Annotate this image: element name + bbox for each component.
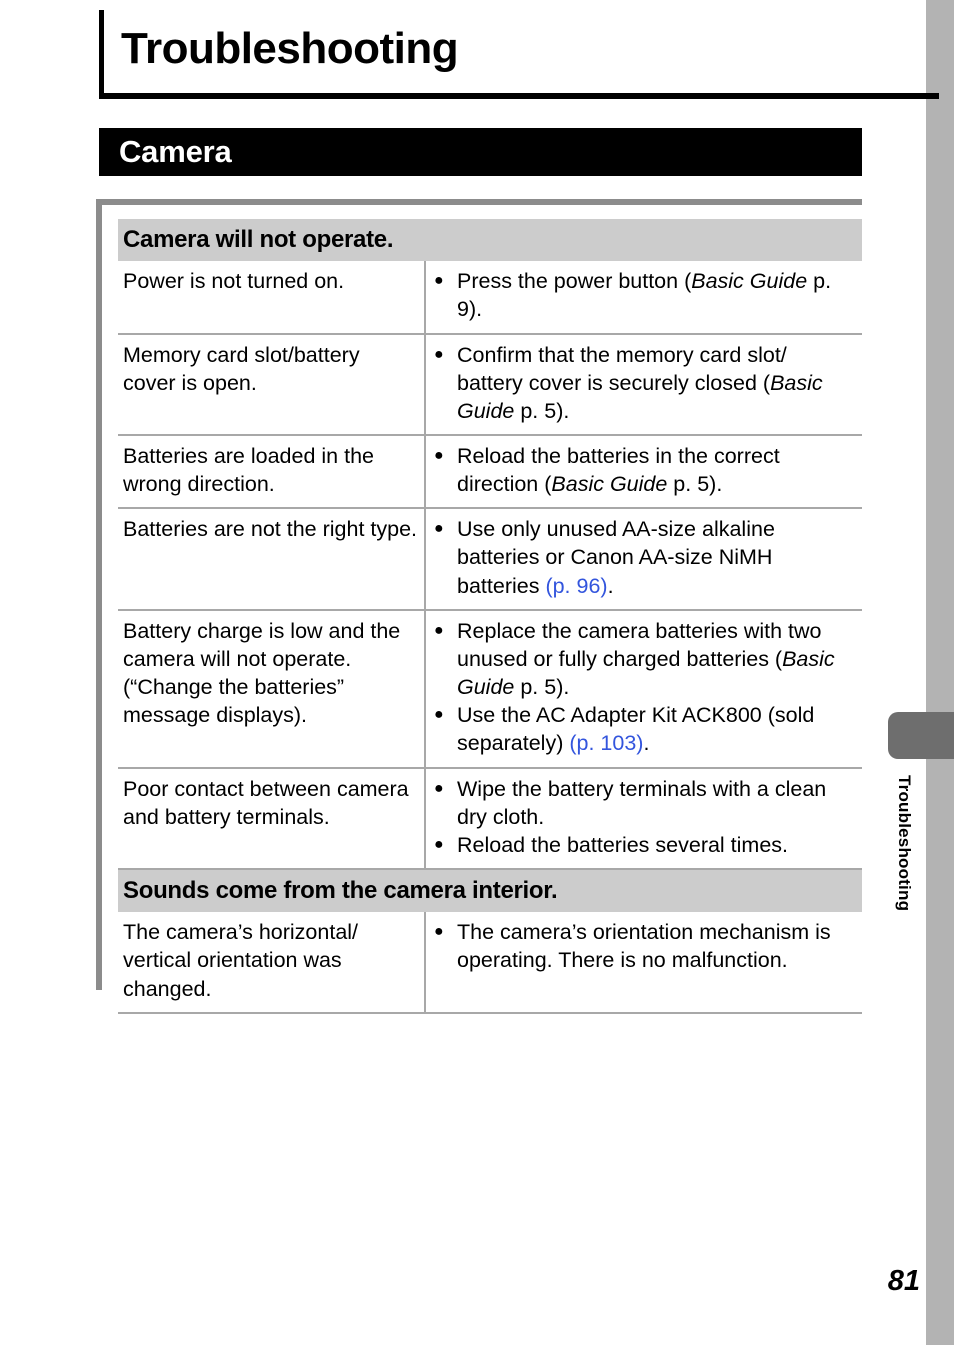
- cause-cell: Power is not turned on.: [118, 261, 426, 335]
- remedy-cell: Use only unused AA-size alkaline batteri…: [425, 508, 862, 611]
- table-row: Battery charge is low and the camera wil…: [118, 609, 862, 769]
- cause-cell: Poor contact between camera and battery …: [118, 767, 426, 871]
- cause-cell: Batteries are not the right type.: [118, 508, 426, 611]
- remedy-list: The camera’s orientation mechanism is op…: [434, 917, 856, 974]
- section-heading-bar: Camera: [99, 128, 862, 176]
- italic-reference: Basic Guide: [691, 269, 808, 294]
- page-title: Troubleshooting: [121, 24, 459, 73]
- remedy-text: Reload the batteries several times.: [457, 832, 789, 857]
- remedy-text: The camera’s orientation mechanism is op…: [457, 920, 831, 973]
- cause-cell: The camera’s horizontal/ vertical orient…: [118, 912, 426, 1014]
- remedy-text: Press the power button (: [457, 269, 692, 294]
- chapter-tab-label: Troubleshooting: [895, 775, 914, 912]
- chapter-tab-marker: [888, 712, 954, 759]
- remedy-list: Reload the batteries in the correct dire…: [434, 441, 856, 498]
- remedy-text: Confirm that the memory card slot/ batte…: [457, 342, 787, 395]
- remedy-text: p. 5).: [514, 398, 570, 423]
- remedy-list: Use only unused AA-size alkaline batteri…: [434, 514, 856, 599]
- table-row: Batteries are not the right type. Use onl…: [118, 508, 862, 611]
- remedy-list: Confirm that the memory card slot/ batte…: [434, 339, 856, 425]
- remedy-item: Press the power button (Basic Guide p. 9…: [434, 266, 856, 323]
- section-heading-label: Camera: [119, 134, 232, 169]
- remedy-item: Wipe the battery terminals with a clean …: [434, 774, 856, 831]
- cause-cell: Batteries are loaded in the wrong direct…: [118, 434, 426, 510]
- remedy-text: .: [643, 731, 650, 756]
- remedy-cell: Replace the camera batteries with two un…: [425, 609, 862, 769]
- page-title-block: Troubleshooting: [99, 10, 939, 100]
- remedy-item: Reload the batteries in the correct dire…: [434, 441, 856, 498]
- remedy-cell: Confirm that the memory card slot/ batte…: [425, 333, 862, 436]
- remedy-text: .: [607, 573, 614, 598]
- table-row: Poor contact between camera and battery …: [118, 767, 862, 871]
- remedy-item: Replace the camera batteries with two un…: [434, 616, 856, 701]
- table-row: Power is not turned on.Press the power b…: [118, 261, 862, 335]
- remedy-text: Use only unused AA-size alkaline batteri…: [457, 517, 775, 598]
- page-edge-strip: [926, 0, 954, 1345]
- cause-cell: Memory card slot/battery cover is open.: [118, 333, 426, 436]
- remedy-item: Use only unused AA-size alkaline batteri…: [434, 514, 856, 599]
- table-row: The camera’s horizontal/ vertical orient…: [118, 912, 862, 1014]
- table-group-heading: Camera will not operate.: [118, 219, 862, 262]
- page-cross-reference-link[interactable]: (p. 96): [545, 574, 607, 598]
- page-number: 81: [887, 1265, 920, 1297]
- table-frame-left-rule: [96, 199, 102, 990]
- remedy-list: Wipe the battery terminals with a clean …: [434, 774, 856, 860]
- remedy-cell: The camera’s orientation mechanism is op…: [425, 912, 862, 1014]
- page-cross-reference-link[interactable]: (p. 103): [569, 731, 643, 755]
- table-group-heading-row: Sounds come from the camera interior.: [118, 869, 862, 913]
- table-row: Memory card slot/battery cover is open. C…: [118, 333, 862, 436]
- remedy-text: p. 5).: [667, 472, 723, 497]
- remedy-list: Press the power button (Basic Guide p. 9…: [434, 266, 856, 323]
- table-frame-top-rule: [96, 199, 862, 205]
- remedy-text: Replace the camera batteries with two un…: [457, 618, 822, 671]
- remedy-text: Wipe the battery terminals with a clean …: [457, 776, 827, 829]
- remedy-item: Use the AC Adapter Kit ACK800 (sold sepa…: [434, 700, 856, 757]
- table-row: Batteries are loaded in the wrong direct…: [118, 434, 862, 510]
- remedy-item: Confirm that the memory card slot/ batte…: [434, 339, 856, 425]
- remedy-item: The camera’s orientation mechanism is op…: [434, 917, 856, 974]
- title-horizontal-rule: [99, 93, 939, 99]
- remedy-text: p. 5).: [514, 675, 570, 700]
- italic-reference: Basic Guide: [551, 472, 668, 497]
- remedy-list: Replace the camera batteries with two un…: [434, 616, 856, 758]
- table-group-heading: Sounds come from the camera interior.: [118, 869, 862, 913]
- table-group-heading-row: Camera will not operate.: [118, 219, 862, 262]
- remedy-cell: Wipe the battery terminals with a clean …: [425, 767, 862, 871]
- remedy-item: Reload the batteries several times.: [434, 830, 856, 860]
- troubleshooting-table: Camera will not operate. Power is not tur…: [118, 219, 862, 1014]
- cause-cell: Battery charge is low and the camera wil…: [118, 609, 426, 769]
- remedy-cell: Reload the batteries in the correct dire…: [425, 434, 862, 510]
- remedy-cell: Press the power button (Basic Guide p. 9…: [425, 261, 862, 335]
- title-vertical-rule: [99, 10, 104, 96]
